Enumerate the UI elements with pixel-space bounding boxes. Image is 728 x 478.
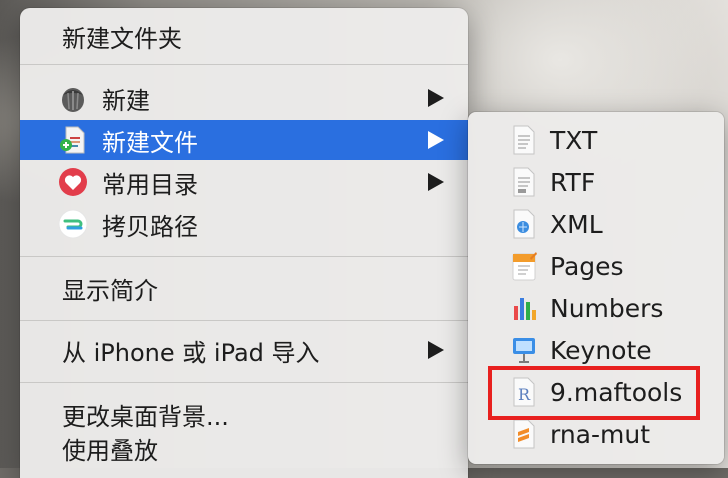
keynote-app-icon — [510, 334, 538, 366]
menu-separator — [20, 256, 468, 257]
menu-item-label: 更改桌面背景... — [62, 402, 229, 431]
submenu-item-label: Pages — [550, 251, 624, 281]
context-menu: 新建文件夹 新建 新建文件 常用目录 拷贝路径 显示简介 从 iPhone 或 … — [20, 8, 468, 478]
acorn-icon — [58, 83, 88, 113]
menu-item-get-info[interactable]: 显示简介 — [20, 268, 468, 308]
menu-item-use-stacks[interactable]: 使用叠放 — [20, 428, 468, 468]
menu-item-new[interactable]: 新建 — [20, 78, 468, 118]
submenu-item-label: XML — [550, 209, 603, 239]
menu-item-label: 常用目录 — [102, 170, 198, 199]
submenu-item-label: Numbers — [550, 293, 664, 323]
xml-file-icon — [510, 208, 538, 240]
submenu-item-label: RTF — [550, 167, 596, 197]
menu-item-label: 显示简介 — [62, 276, 158, 305]
menu-item-new-folder[interactable]: 新建文件夹 — [20, 16, 468, 56]
submenu-item-rna-mut[interactable]: rna-mut — [468, 414, 724, 454]
submenu-item-numbers[interactable]: Numbers — [468, 288, 724, 328]
new-file-icon — [58, 125, 88, 155]
menu-item-copy-path[interactable]: 拷贝路径 — [20, 204, 468, 244]
chevron-right-icon — [428, 341, 444, 359]
rtf-file-icon — [510, 166, 538, 198]
menu-item-label: 从 iPhone 或 iPad 导入 — [62, 338, 320, 367]
menu-separator — [20, 64, 468, 65]
menu-item-label: 新建文件夹 — [62, 24, 182, 53]
submenu-item-label: Keynote — [550, 335, 652, 365]
menu-separator — [20, 320, 468, 321]
menu-item-label: 拷贝路径 — [102, 212, 198, 241]
pages-app-icon — [510, 250, 538, 282]
sublime-file-icon — [510, 418, 538, 450]
submenu-item-keynote[interactable]: Keynote — [468, 330, 724, 370]
menu-item-label: 新建文件 — [102, 128, 198, 157]
menu-item-new-file[interactable]: 新建文件 — [20, 120, 468, 160]
submenu-item-pages[interactable]: Pages — [468, 246, 724, 286]
chevron-right-icon — [428, 173, 444, 191]
chevron-right-icon — [428, 131, 444, 149]
menu-item-import-from-device[interactable]: 从 iPhone 或 iPad 导入 — [20, 330, 468, 370]
menu-item-label: 新建 — [102, 86, 150, 115]
heart-icon — [58, 167, 88, 197]
chevron-right-icon — [428, 89, 444, 107]
annotation-highlight-box — [488, 366, 700, 420]
menu-separator — [20, 382, 468, 383]
submenu-item-txt[interactable]: TXT — [468, 120, 724, 160]
menu-item-favorite-folders[interactable]: 常用目录 — [20, 162, 468, 202]
submenu-item-xml[interactable]: XML — [468, 204, 724, 244]
submenu-item-label: TXT — [550, 125, 598, 155]
numbers-app-icon — [510, 292, 538, 324]
submenu-item-rtf[interactable]: RTF — [468, 162, 724, 202]
submenu-item-label: rna-mut — [550, 419, 651, 449]
txt-file-icon — [510, 124, 538, 156]
menu-item-label: 使用叠放 — [62, 436, 158, 465]
copy-path-icon — [58, 209, 88, 239]
